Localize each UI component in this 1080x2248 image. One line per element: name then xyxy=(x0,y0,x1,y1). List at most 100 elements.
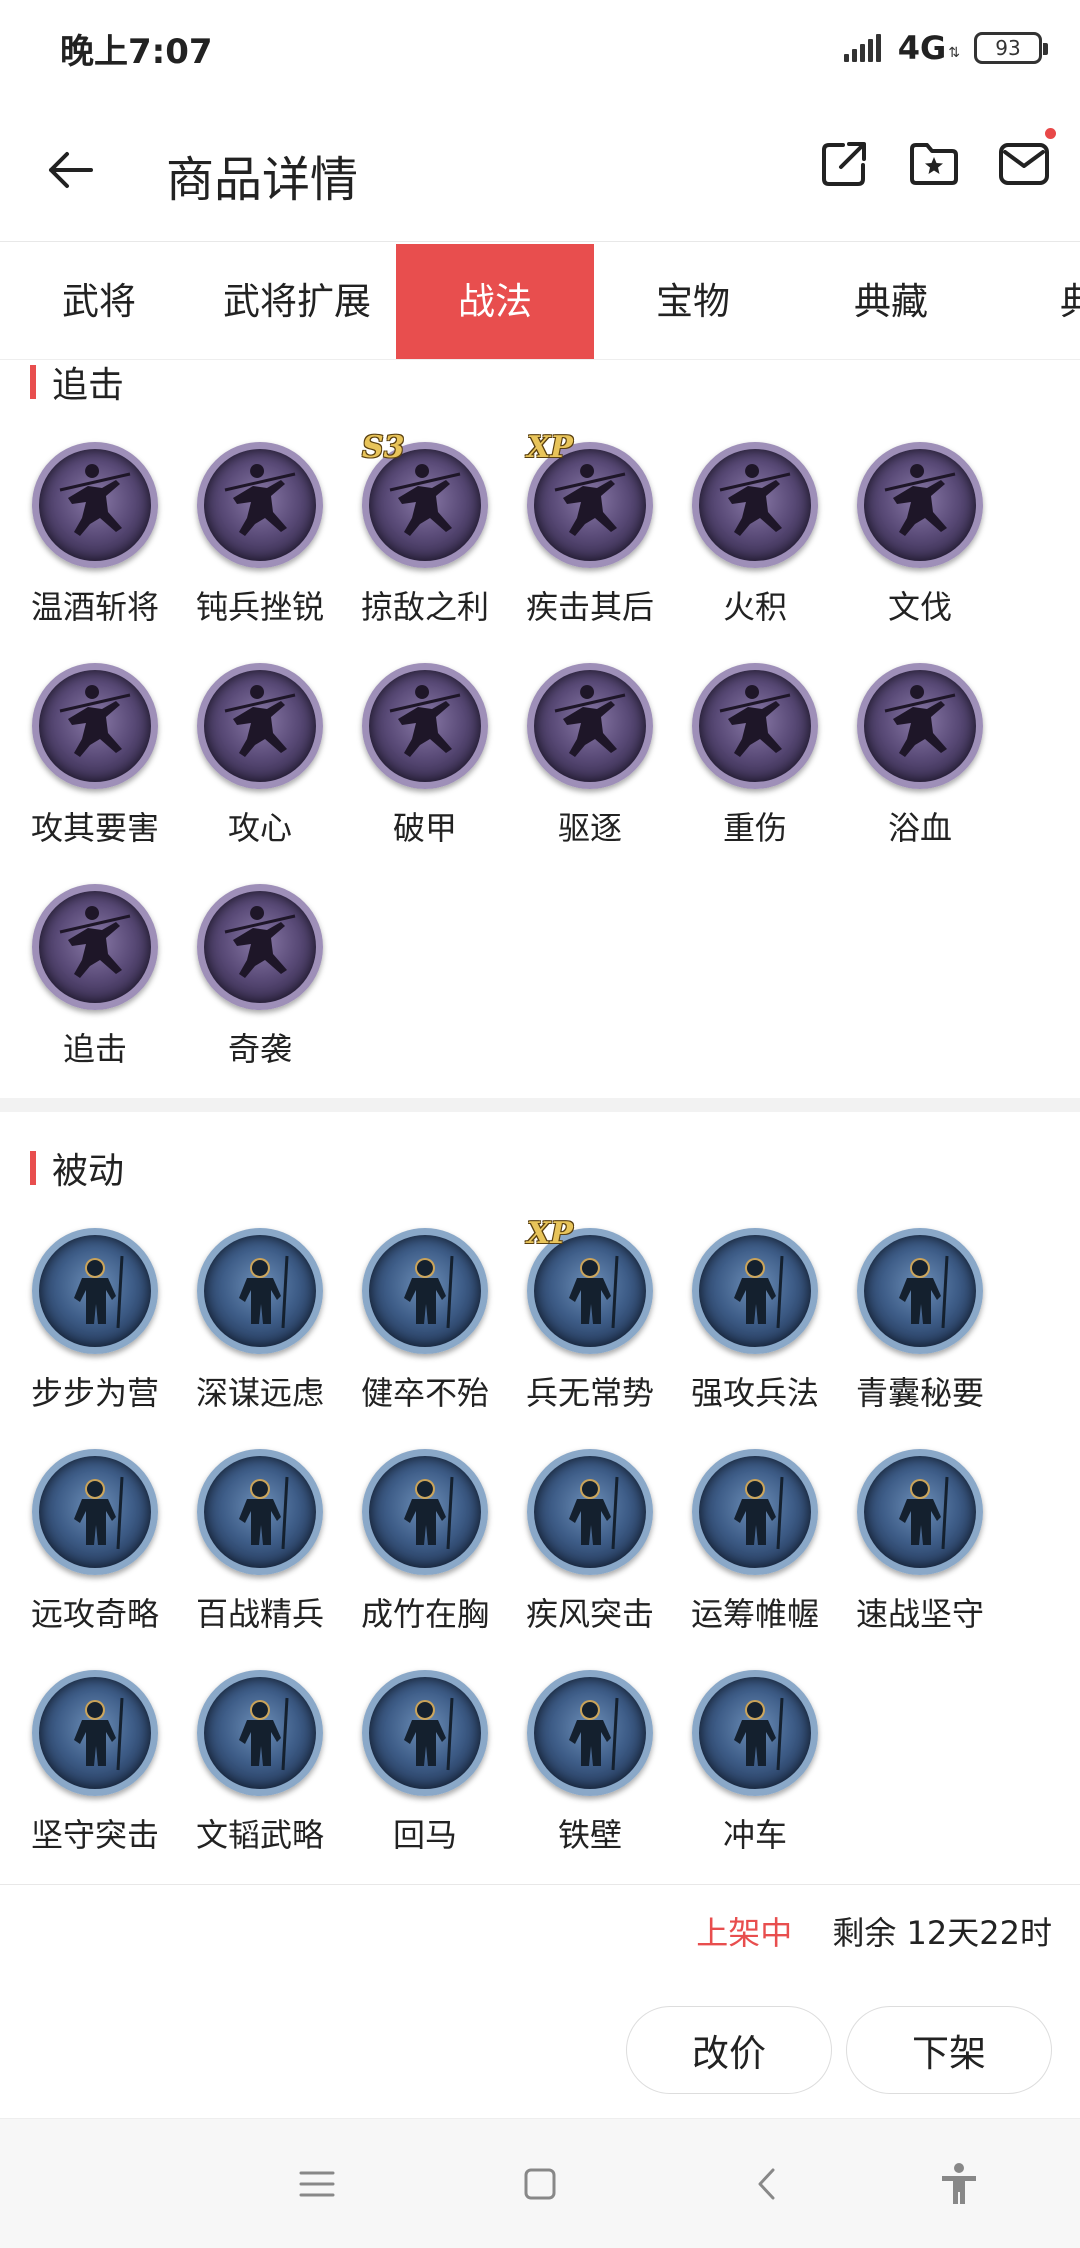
notification-dot xyxy=(1045,128,1056,139)
skill-item[interactable]: 坚守突击 xyxy=(20,1670,170,1890)
skill-name: 百战精兵 xyxy=(195,1595,324,1633)
skill-name: 文韬武略 xyxy=(195,1816,324,1854)
skill-item[interactable]: 远攻奇略 xyxy=(20,1449,170,1669)
skill-name: 文伐 xyxy=(887,588,952,626)
skill-item[interactable]: 火积 xyxy=(680,442,830,662)
listing-status-row: 上架中 剩余 12天22时 xyxy=(696,1908,1052,1954)
skill-item[interactable]: 攻心 xyxy=(185,663,335,883)
skill-name: 疾风突击 xyxy=(525,1595,654,1633)
skill-item[interactable]: 强攻兵法 xyxy=(680,1228,830,1448)
skill-name: 钝兵挫锐 xyxy=(195,588,324,626)
signal-icon xyxy=(843,32,888,64)
skill-badge: XP xyxy=(527,430,573,465)
skill-item[interactable]: 驱逐 xyxy=(515,663,665,883)
skill-item[interactable]: 铁壁 xyxy=(515,1670,665,1890)
skill-icon xyxy=(857,442,983,568)
skill-name: 成竹在胸 xyxy=(360,1595,489,1633)
tab-collection[interactable]: 典藏 xyxy=(792,244,990,359)
category-tabs: 武将武将扩展战法宝物典藏典 xyxy=(0,244,1080,360)
footer-divider xyxy=(0,1884,1080,1885)
section-accent-bar xyxy=(30,1151,36,1185)
page-title: 商品详情 xyxy=(166,152,359,208)
tab-treasures[interactable]: 宝物 xyxy=(594,244,792,359)
skill-icon xyxy=(527,1449,653,1575)
skill-grid-pursuit: 温酒斩将 钝兵挫锐 S3 掠敌之利 XP 疾击其后 火积 文伐 攻其要害 攻心 破甲 驱逐 重伤 浴血 追击… xyxy=(20,430,1060,1082)
square-home-icon[interactable] xyxy=(515,2159,565,2209)
skill-name: 远攻奇略 xyxy=(30,1595,159,1633)
skill-icon xyxy=(32,442,158,568)
skill-name: 火积 xyxy=(722,588,787,626)
skill-item[interactable]: 速战坚守 xyxy=(845,1449,995,1669)
section-divider xyxy=(0,1098,1080,1112)
tab-generals-extension[interactable]: 武将扩展 xyxy=(198,244,396,359)
remaining-time: 剩余 12天22时 xyxy=(832,1914,1052,1952)
skill-item[interactable]: XP 兵无常势 xyxy=(515,1216,665,1448)
header-actions xyxy=(816,128,1056,192)
battery-icon: 93 xyxy=(974,32,1048,64)
skill-name: 重伤 xyxy=(722,809,787,847)
skill-item[interactable]: 回马 xyxy=(350,1670,500,1890)
reprice-button[interactable]: 改价 xyxy=(626,2006,832,2094)
skill-name: 冲车 xyxy=(722,1816,787,1854)
skill-name: 深谋远虑 xyxy=(195,1374,324,1412)
section-title-pursuit: 追击 xyxy=(30,356,124,408)
skill-icon xyxy=(857,1449,983,1575)
skill-item[interactable]: 疾风突击 xyxy=(515,1449,665,1669)
skill-item[interactable]: 青囊秘要 xyxy=(845,1228,995,1448)
data-arrows-icon: ⇅ xyxy=(948,45,960,61)
skill-name: 浴血 xyxy=(887,809,952,847)
skill-item[interactable]: 百战精兵 xyxy=(185,1449,335,1669)
system-nav-bar xyxy=(0,2118,1080,2248)
skill-icon xyxy=(527,1670,653,1796)
tab-generals[interactable]: 武将 xyxy=(0,244,198,359)
arrow-left-icon[interactable] xyxy=(40,140,100,200)
skill-item[interactable]: 步步为营 xyxy=(20,1228,170,1448)
skill-item[interactable]: 运筹帷幄 xyxy=(680,1449,830,1669)
delist-button[interactable]: 下架 xyxy=(846,2006,1052,2094)
skill-icon xyxy=(362,1670,488,1796)
skill-grid-passive: 步步为营 深谋远虑 健卒不殆 XP 兵无常势 强攻兵法 青囊秘要远攻奇略 百战精兵 成竹在胸 疾风… xyxy=(20,1216,1060,1868)
status-time: 晚上7:07 xyxy=(60,32,213,72)
skill-icon xyxy=(857,1228,983,1354)
tab-tactics[interactable]: 战法 xyxy=(396,244,594,359)
skill-item[interactable]: S3 掠敌之利 xyxy=(350,430,500,662)
skill-name: 健卒不殆 xyxy=(360,1374,489,1412)
skill-badge: S3 xyxy=(362,430,405,465)
network-type: 4G xyxy=(897,29,947,67)
skill-item[interactable]: 温酒斩将 xyxy=(20,442,170,662)
skill-icon xyxy=(197,1670,323,1796)
skill-item[interactable]: 重伤 xyxy=(680,663,830,883)
menu-icon[interactable] xyxy=(292,2159,342,2209)
skill-item[interactable]: 攻其要害 xyxy=(20,663,170,883)
skill-item[interactable]: XP 疾击其后 xyxy=(515,430,665,662)
skill-icon xyxy=(692,1228,818,1354)
skill-name: 奇袭 xyxy=(227,1030,292,1068)
skill-name: 回马 xyxy=(392,1816,457,1854)
skill-item[interactable]: 追击 xyxy=(20,884,170,1104)
skill-item[interactable]: 破甲 xyxy=(350,663,500,883)
status-bar: 晚上7:07 4G ⇅ 93 xyxy=(0,0,1080,96)
share-icon[interactable] xyxy=(816,136,872,192)
skill-item[interactable]: 浴血 xyxy=(845,663,995,883)
skill-icon xyxy=(32,1449,158,1575)
skill-item[interactable]: 钝兵挫锐 xyxy=(185,442,335,662)
skill-item[interactable]: 文韬武略 xyxy=(185,1670,335,1890)
skill-item[interactable]: 奇袭 xyxy=(185,884,335,1104)
tab-more[interactable]: 典 xyxy=(990,244,1080,359)
skill-name: 步步为营 xyxy=(30,1374,159,1412)
skill-name: 兵无常势 xyxy=(525,1374,654,1412)
skill-item[interactable]: 成竹在胸 xyxy=(350,1449,500,1669)
folder-star-icon[interactable] xyxy=(906,136,962,192)
section-accent-bar xyxy=(30,365,36,399)
skill-item[interactable]: 文伐 xyxy=(845,442,995,662)
accessibility-icon[interactable] xyxy=(934,2159,984,2209)
skill-name: 疾击其后 xyxy=(525,588,654,626)
mail-icon[interactable] xyxy=(996,128,1056,192)
skill-item[interactable]: 深谋远虑 xyxy=(185,1228,335,1448)
skill-icon xyxy=(32,1228,158,1354)
skill-icon xyxy=(32,663,158,789)
skill-item[interactable]: 冲车 xyxy=(680,1670,830,1890)
skill-item[interactable]: 健卒不殆 xyxy=(350,1228,500,1448)
section-title-text: 追击 xyxy=(52,365,125,406)
chevron-left-icon[interactable] xyxy=(742,2159,792,2209)
